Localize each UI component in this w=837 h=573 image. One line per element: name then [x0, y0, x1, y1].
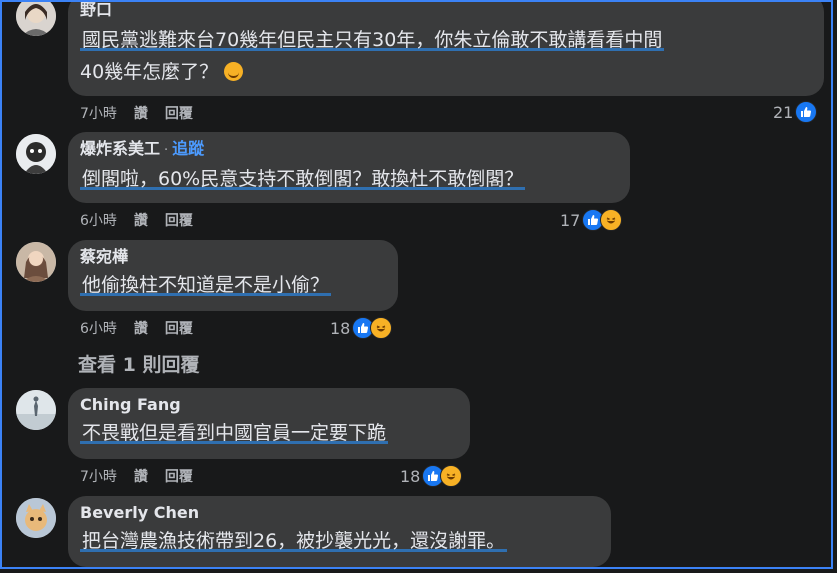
- comment-actions: 6小時 讚 回覆: [80, 210, 210, 230]
- comment-text: 不畏戰但是看到中國官員一定要下跪: [80, 417, 458, 449]
- comment-line: 把台灣農漁技術帶到26，被抄襲光光，還沒謝罪。: [80, 530, 508, 552]
- comment-author-line: 爆炸系美工 · 追蹤: [80, 139, 205, 158]
- comment-time[interactable]: 6小時: [80, 213, 117, 229]
- reaction-count: 18: [400, 466, 421, 486]
- comment-actions: 6小時 讚 回覆: [80, 318, 210, 338]
- comment-line: 國民黨逃難來台70幾年但民主只有30年，你朱立倫敢不敢講看看中間: [80, 29, 665, 51]
- like-link[interactable]: 讚: [134, 213, 148, 229]
- haha-reaction-icon: [440, 465, 463, 487]
- comment-bubble: 蔡宛樺 他偷換柱不知道是不是小偷？: [68, 240, 398, 311]
- comment-time[interactable]: 6小時: [80, 321, 117, 337]
- reply-link[interactable]: 回覆: [165, 469, 193, 485]
- comment-time[interactable]: 7小時: [80, 469, 117, 485]
- haha-reaction-icon: [370, 317, 393, 339]
- follow-button[interactable]: 追蹤: [172, 139, 204, 158]
- like-link[interactable]: 讚: [134, 106, 148, 122]
- comment-bubble: Beverly Chen 把台灣農漁技術帶到26，被抄襲光光，還沒謝罪。: [68, 496, 611, 567]
- comment-actions: 7小時 讚 回覆: [80, 466, 210, 486]
- avatar[interactable]: [16, 134, 56, 174]
- comment-author[interactable]: Beverly Chen: [80, 503, 599, 523]
- comment-line: 他偷換柱不知道是不是小偷？: [80, 274, 332, 296]
- comment-line: 不畏戰但是看到中國官員一定要下跪: [80, 422, 389, 444]
- comment-actions: 7小時 讚 回覆: [80, 103, 210, 123]
- reaction-count: 17: [560, 210, 581, 230]
- reaction-count: 18: [330, 318, 351, 338]
- reactions[interactable]: 18: [330, 317, 393, 339]
- smiling-face-icon: [224, 62, 244, 81]
- comment-author[interactable]: Ching Fang: [80, 395, 458, 415]
- comment-line: 40幾年怎麼了？: [80, 61, 219, 83]
- reactions[interactable]: 21: [773, 101, 818, 123]
- comment-text: 他偷換柱不知道是不是小偷？: [80, 269, 386, 301]
- comment-text: 國民黨逃難來台70幾年但民主只有30年，你朱立倫敢不敢講看看中間 40幾年怎麼了…: [80, 24, 812, 88]
- haha-reaction-icon: [600, 209, 623, 231]
- comment-bubble: 野口 國民黨逃難來台70幾年但民主只有30年，你朱立倫敢不敢講看看中間 40幾年…: [68, 2, 824, 96]
- like-link[interactable]: 讚: [134, 321, 148, 337]
- comment-author[interactable]: 蔡宛樺: [80, 247, 386, 267]
- like-reaction-icon: [795, 101, 818, 123]
- comment-author[interactable]: 野口: [80, 2, 812, 20]
- comment-author[interactable]: 爆炸系美工: [80, 139, 160, 158]
- avatar[interactable]: [16, 498, 56, 538]
- comments-panel: 野口 國民黨逃難來台70幾年但民主只有30年，你朱立倫敢不敢講看看中間 40幾年…: [0, 0, 833, 569]
- comment-text: 把台灣農漁技術帶到26，被抄襲光光，還沒謝罪。: [80, 525, 599, 557]
- reaction-count: 21: [773, 102, 794, 122]
- reactions[interactable]: 17: [560, 209, 623, 231]
- comment-bubble: 爆炸系美工 · 追蹤 倒閣啦，60%民意支持不敢倒閣？敢換杜不敢倒閣？: [68, 132, 630, 203]
- avatar[interactable]: [16, 2, 56, 36]
- avatar[interactable]: [16, 390, 56, 430]
- comment-line: 倒閣啦，60%民意支持不敢倒閣？敢換杜不敢倒閣？: [80, 168, 526, 190]
- comment-bubble: Ching Fang 不畏戰但是看到中國官員一定要下跪: [68, 388, 470, 459]
- reply-link[interactable]: 回覆: [165, 213, 193, 229]
- reply-link[interactable]: 回覆: [165, 321, 193, 337]
- reactions[interactable]: 18: [400, 465, 463, 487]
- avatar[interactable]: [16, 242, 56, 282]
- view-replies-link[interactable]: 查看 1 則回覆: [78, 350, 199, 377]
- comment-text: 倒閣啦，60%民意支持不敢倒閣？敢換杜不敢倒閣？: [80, 163, 618, 195]
- like-link[interactable]: 讚: [134, 469, 148, 485]
- comment-time[interactable]: 7小時: [80, 106, 117, 122]
- reply-link[interactable]: 回覆: [165, 106, 193, 122]
